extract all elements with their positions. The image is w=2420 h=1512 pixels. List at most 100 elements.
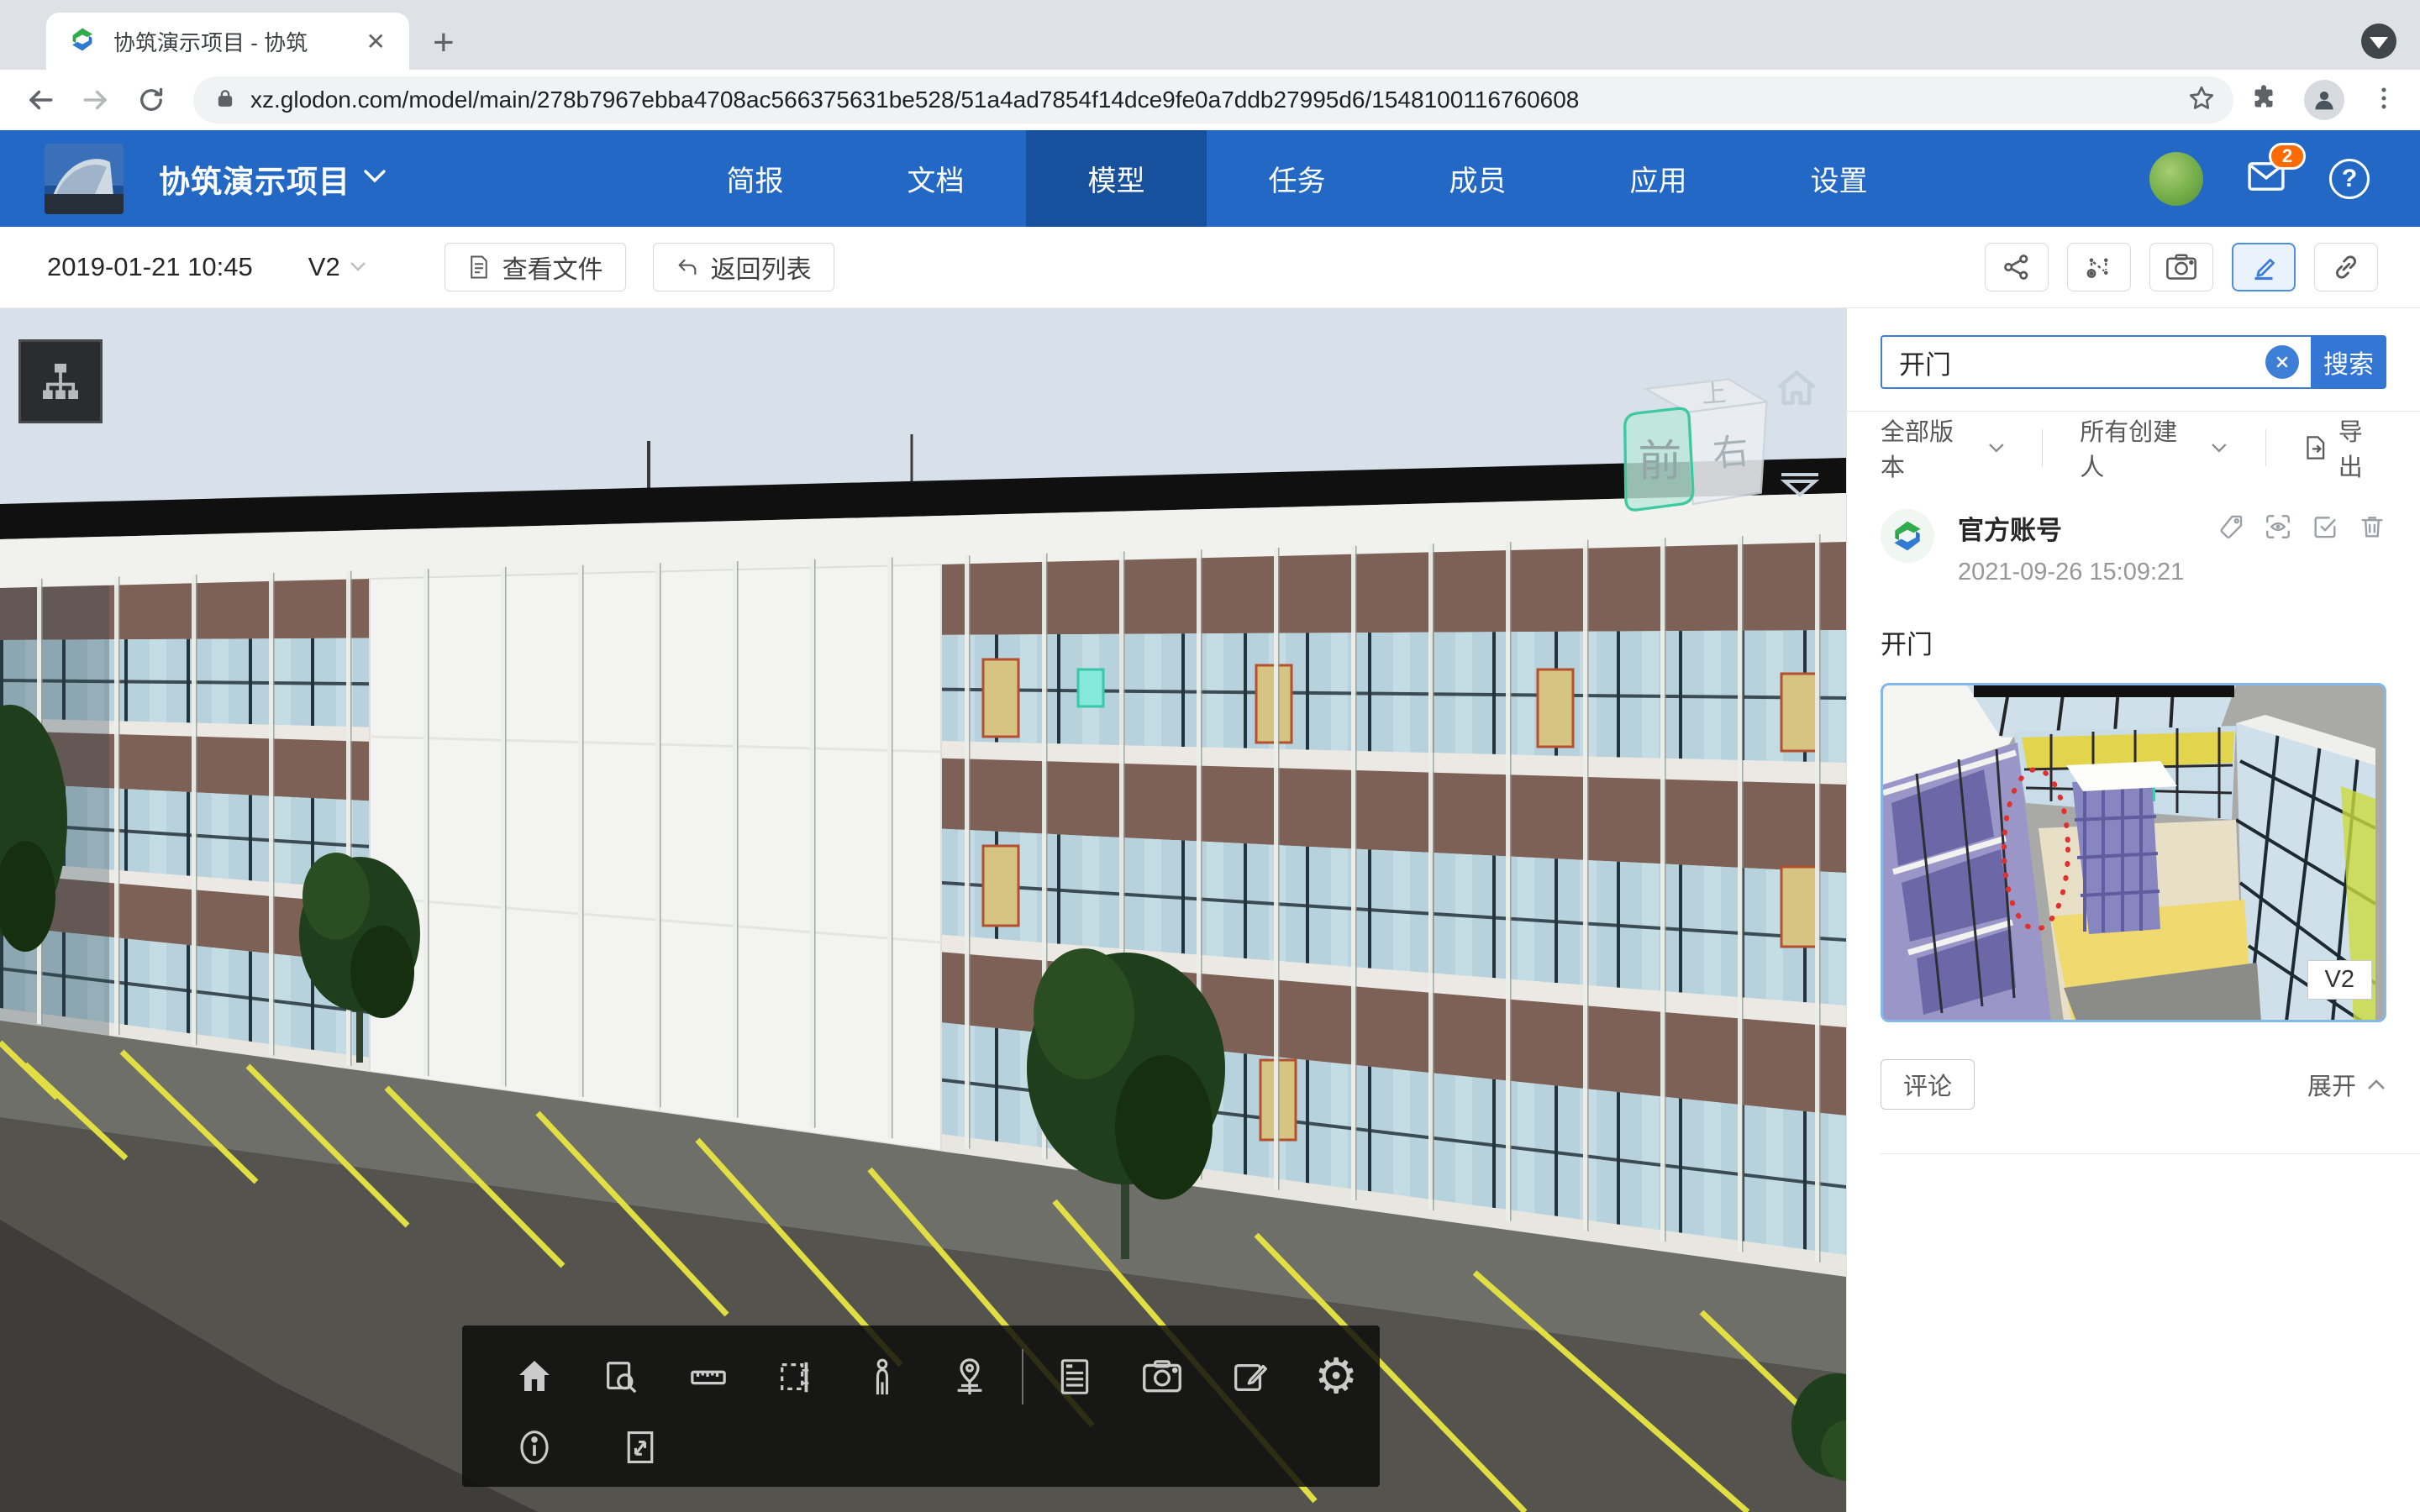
view-file-button[interactable]: 查看文件 <box>445 243 626 291</box>
author-name: 官方账号 <box>1958 509 2184 547</box>
camera-icon <box>2165 253 2197 281</box>
fullscreen-button[interactable] <box>597 1418 684 1477</box>
chevron-down-icon[interactable] <box>362 168 387 189</box>
view-home-button[interactable] <box>1773 365 1820 413</box>
home-view-button[interactable] <box>491 1347 578 1406</box>
chevron-down-icon <box>1987 442 2006 454</box>
model-viewport[interactable]: 上 右 前 <box>0 308 1846 1512</box>
pencil-icon <box>2249 252 2279 282</box>
forward-icon[interactable] <box>77 81 114 118</box>
resolve-check-button[interactable] <box>2311 512 2339 545</box>
help-button[interactable]: ? <box>2329 159 2370 199</box>
browser-tab[interactable]: 协筑演示项目 - 协筑 ✕ <box>46 13 409 70</box>
share-button[interactable] <box>1985 243 2049 291</box>
close-icon <box>2274 354 2291 370</box>
creator-filter-dropdown[interactable]: 所有创建人 <box>2080 412 2228 483</box>
viewpoint-pin-button[interactable] <box>926 1347 1013 1406</box>
new-tab-button[interactable]: + <box>433 24 455 61</box>
favicon-glodon-icon <box>68 25 97 58</box>
export-file-icon <box>2303 434 2328 461</box>
markup-button[interactable] <box>2232 243 2296 291</box>
toolbar-divider <box>1022 1349 1023 1404</box>
chevron-up-icon <box>2366 1078 2386 1091</box>
browser-url-bar: xz.glodon.com/model/main/278b7967ebba470… <box>0 70 2420 130</box>
roam-path-icon <box>2084 252 2114 282</box>
hierarchy-icon <box>37 358 84 405</box>
version-filter-label: 全部版本 <box>1881 412 1977 483</box>
padlock-icon <box>213 87 237 114</box>
collapse-toggle[interactable]: 展开 <box>2307 1067 2386 1102</box>
return-arrow-icon <box>676 256 699 278</box>
bookmark-star-icon[interactable] <box>2186 83 2217 118</box>
nav-item-briefing[interactable]: 简报 <box>665 130 845 227</box>
nav-item-members[interactable]: 成员 <box>1387 130 1568 227</box>
roam-path-button[interactable] <box>2067 243 2131 291</box>
extensions-puzzle-icon[interactable] <box>2249 83 2279 118</box>
mail-badge: 2 <box>2269 143 2306 170</box>
share-icon <box>2002 252 2032 282</box>
project-thumbnail[interactable] <box>45 144 124 214</box>
tab-search-button[interactable] <box>2361 24 2396 59</box>
section-box-button[interactable] <box>752 1347 839 1406</box>
chevron-down-icon <box>2210 442 2228 454</box>
nav-item-apps[interactable]: 应用 <box>1568 130 1749 227</box>
link-button[interactable] <box>2314 243 2378 291</box>
divider <box>1881 1153 2420 1154</box>
export-button[interactable]: 导出 <box>2303 412 2386 483</box>
markup-edit-button[interactable] <box>1206 1347 1293 1406</box>
nav-item-documents[interactable]: 文档 <box>845 130 1026 227</box>
divider <box>2265 429 2266 466</box>
app-navbar: 协筑演示项目 简报 文档 模型 任务 成员 应用 设置 2 ? <box>0 130 2420 227</box>
back-icon[interactable] <box>22 81 59 118</box>
delete-button[interactable] <box>2358 512 2386 545</box>
gear-icon: ⚙ <box>1314 1352 1358 1401</box>
snapshot-button[interactable] <box>2149 243 2213 291</box>
search-field[interactable] <box>1881 335 2311 389</box>
nav-item-tasks[interactable]: 任务 <box>1207 130 1387 227</box>
flat-chevron-icon <box>1775 468 1825 503</box>
clear-search-button[interactable] <box>2265 345 2299 379</box>
tab-title: 协筑演示项目 - 协筑 <box>113 26 360 57</box>
markup-sidebar: 搜索 全部版本 所有创建人 导出 <box>1846 308 2420 1512</box>
home-outline-icon <box>1773 365 1820 409</box>
nav-item-model[interactable]: 模型 <box>1026 130 1207 227</box>
export-label: 导出 <box>2338 412 2386 483</box>
markup-thumbnail[interactable]: V2 <box>1881 683 2386 1022</box>
view-down-button[interactable] <box>1775 468 1825 507</box>
model-toolbar: 2019-01-21 10:45 V2 查看文件 返回列表 <box>0 227 2420 308</box>
model-tree-button[interactable] <box>18 339 103 423</box>
nav-menu: 简报 文档 模型 任务 成员 应用 设置 <box>665 130 1929 227</box>
nav-item-settings[interactable]: 设置 <box>1749 130 1929 227</box>
version-dropdown[interactable]: V2 <box>308 252 367 282</box>
back-to-list-label: 返回列表 <box>711 249 812 286</box>
view-file-label: 查看文件 <box>502 249 603 286</box>
collapse-label: 展开 <box>2307 1067 2356 1102</box>
user-avatar[interactable] <box>2149 152 2203 206</box>
locate-view-button[interactable] <box>2264 512 2292 545</box>
back-to-list-button[interactable]: 返回列表 <box>653 243 834 291</box>
search-button[interactable]: 搜索 <box>2311 335 2386 389</box>
browser-profile-avatar[interactable] <box>2304 80 2344 120</box>
comment-button[interactable]: 评论 <box>1881 1059 1975 1110</box>
tag-button[interactable] <box>2217 512 2245 545</box>
markup-result-card[interactable]: 官方账号 2021-09-26 15:09:21 开门 <box>1881 509 2386 1154</box>
walkthrough-button[interactable] <box>839 1347 926 1406</box>
browser-menu-dots-icon[interactable] <box>2370 84 2398 117</box>
svg-text:右: 右 <box>1711 431 1750 475</box>
version-filter-dropdown[interactable]: 全部版本 <box>1881 412 2005 483</box>
tab-close-icon[interactable]: ✕ <box>360 28 392 55</box>
settings-gear-button[interactable]: ⚙ <box>1292 1347 1380 1406</box>
messages-button[interactable]: 2 <box>2247 161 2286 196</box>
project-name[interactable]: 协筑演示项目 <box>159 156 350 202</box>
author-avatar <box>1881 509 1934 563</box>
properties-list-button[interactable] <box>1032 1347 1119 1406</box>
search-input[interactable] <box>1899 347 2265 377</box>
address-bar[interactable]: xz.glodon.com/model/main/278b7967ebba470… <box>193 76 2233 123</box>
view-cube[interactable]: 上 右 前 <box>1597 360 1786 549</box>
zoom-select-button[interactable] <box>578 1347 666 1406</box>
file-icon <box>467 255 491 280</box>
info-button[interactable] <box>491 1418 578 1477</box>
reload-icon[interactable] <box>133 81 170 118</box>
snapshot-view-button[interactable] <box>1118 1347 1206 1406</box>
measure-button[interactable] <box>665 1347 752 1406</box>
